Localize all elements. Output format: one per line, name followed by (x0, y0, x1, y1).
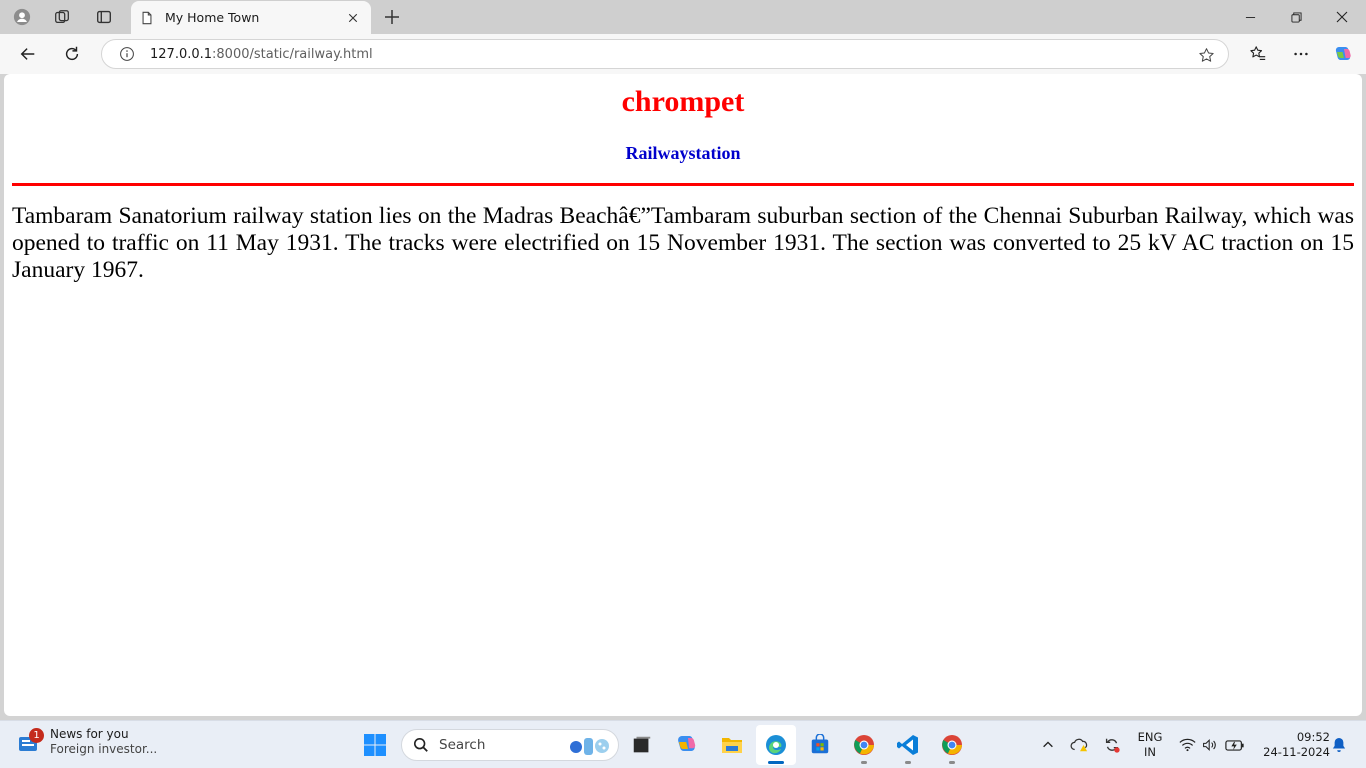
search-highlight-icon (570, 738, 609, 755)
news-icon: 1 (16, 728, 44, 755)
copilot-icon (1335, 47, 1351, 60)
news-title: News for you (50, 727, 129, 741)
page-heading: chrompet (621, 85, 745, 118)
battery-tray[interactable] (1224, 733, 1246, 757)
refresh-button[interactable] (56, 38, 88, 70)
clock[interactable]: 09:52 24-11-2024 (1254, 730, 1330, 760)
copilot-button[interactable] (1327, 38, 1359, 70)
clock-time: 09:52 (1296, 730, 1330, 744)
running-indicator (949, 761, 955, 764)
running-indicator (905, 761, 911, 764)
site-info-icon[interactable] (117, 44, 137, 64)
task-view-button[interactable] (622, 725, 662, 765)
wifi-icon (1178, 738, 1196, 752)
back-button[interactable] (12, 38, 44, 70)
sync-icon (1105, 738, 1120, 753)
plus-icon (385, 10, 399, 24)
file-explorer-button[interactable] (712, 725, 752, 765)
url-text[interactable]: 127.0.0.1:8000/static/railway.html (150, 47, 373, 62)
news-widget[interactable]: 1 News for you Foreign investor... (16, 727, 157, 757)
active-tab[interactable]: My Home Town (131, 1, 371, 34)
profile-button[interactable] (5, 3, 39, 31)
folder-icon (722, 738, 742, 753)
close-icon (1336, 11, 1348, 23)
chrome-icon (854, 735, 874, 755)
new-tab-button[interactable] (378, 4, 406, 30)
volume-tray[interactable] (1201, 733, 1219, 757)
vscode-icon (897, 735, 918, 755)
workspaces-icon (55, 10, 69, 24)
language-region: IN (1144, 745, 1156, 759)
restore-icon (1290, 11, 1302, 23)
search-placeholder: Search (439, 737, 486, 753)
browser-toolbar: 127.0.0.1:8000/static/railway.html (0, 34, 1366, 74)
speaker-icon (1203, 738, 1216, 752)
news-subtitle: Foreign investor... (50, 742, 158, 756)
tab-strip: My Home Town (0, 0, 1366, 34)
notifications-button[interactable] (1330, 733, 1348, 757)
favorites-list-icon (1250, 46, 1266, 60)
battery-charging-icon (1225, 739, 1244, 751)
page-favicon-icon (139, 10, 155, 26)
page-viewport: chrompet Railwaystation Tambaram Sanator… (4, 74, 1362, 716)
show-hidden-icons-button[interactable] (1038, 733, 1058, 757)
address-bar[interactable]: 127.0.0.1:8000/static/railway.html (101, 39, 1229, 69)
running-indicator (861, 761, 867, 764)
onedrive-warning-icon (1070, 738, 1088, 752)
back-arrow-icon (20, 48, 35, 60)
tab-actions-button[interactable] (87, 3, 121, 31)
news-badge: 1 (29, 728, 44, 743)
favorites-button[interactable] (1242, 38, 1274, 70)
start-button[interactable] (355, 725, 395, 765)
tab-title: My Home Town (165, 10, 260, 25)
profile-icon (13, 8, 31, 26)
taskbar: 1 News for you Foreign investor... Searc… (0, 720, 1366, 768)
clock-date: 24-11-2024 (1263, 745, 1330, 759)
search-icon (412, 736, 430, 754)
restore-button[interactable] (1273, 0, 1319, 34)
wifi-tray[interactable] (1178, 733, 1196, 757)
language-indicator[interactable]: ENG IN (1136, 730, 1164, 760)
task-view-icon (633, 736, 651, 753)
content-paragraph: Tambaram Sanatorium railway station lies… (12, 203, 1354, 283)
taskbar-search[interactable]: Search (401, 729, 619, 761)
language-code: ENG (1137, 730, 1163, 744)
page-body: chrompet Railwaystation Tambaram Sanator… (4, 84, 1362, 284)
horizontal-rule (12, 183, 1354, 186)
url-path: :8000/static/railway.html (212, 46, 373, 62)
edge-taskbar-button[interactable] (756, 725, 796, 765)
page-subheading: Railwaystation (625, 143, 741, 163)
chrome-button-1[interactable] (844, 725, 884, 765)
chrome-icon (942, 735, 962, 755)
workspaces-button[interactable] (45, 3, 79, 31)
active-indicator (768, 761, 784, 764)
tab-close-icon[interactable] (345, 10, 361, 26)
store-icon (811, 734, 829, 754)
edge-icon (766, 735, 786, 755)
copilot-icon (678, 736, 696, 751)
copilot-taskbar-button[interactable] (667, 725, 707, 765)
chrome-button-2[interactable] (932, 725, 972, 765)
favorite-star-icon[interactable] (1196, 45, 1216, 65)
minimize-icon (1245, 16, 1255, 18)
chevron-up-icon (1043, 741, 1053, 748)
bell-icon (1332, 738, 1346, 752)
minimize-button[interactable] (1227, 0, 1273, 34)
more-options-button[interactable] (1285, 38, 1317, 70)
refresh-icon (65, 46, 79, 61)
store-button[interactable] (800, 725, 840, 765)
close-window-button[interactable] (1319, 0, 1365, 34)
tab-actions-icon (97, 10, 111, 24)
onedrive-tray[interactable] (1069, 733, 1091, 757)
vscode-button[interactable] (888, 725, 928, 765)
sync-tray[interactable] (1101, 733, 1123, 757)
ellipsis-icon (1294, 52, 1308, 56)
url-host: 127.0.0.1 (150, 46, 213, 62)
windows-start-icon (364, 734, 386, 756)
